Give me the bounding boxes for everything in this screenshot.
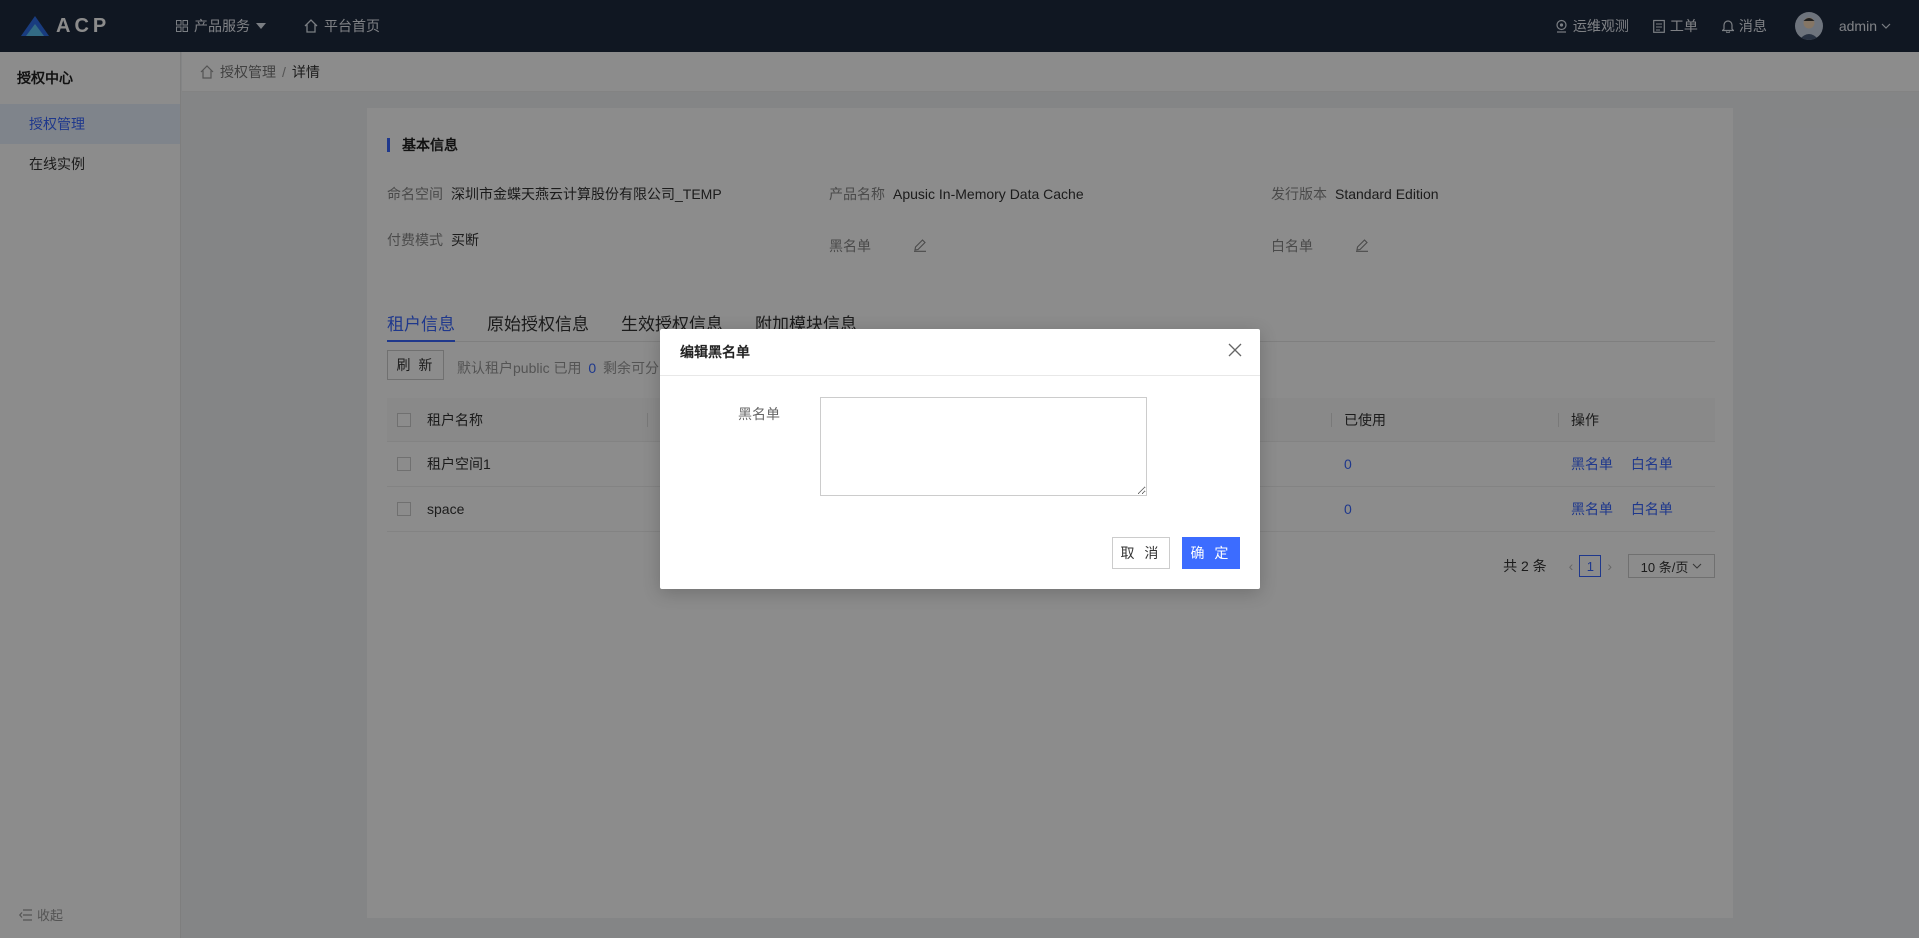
blacklist-field-label: 黑名单 <box>738 406 780 422</box>
close-icon[interactable] <box>1228 343 1242 360</box>
blacklist-textarea[interactable] <box>820 397 1147 496</box>
cancel-button[interactable]: 取 消 <box>1112 537 1170 569</box>
dialog-title: 编辑黑名单 <box>660 329 1260 376</box>
confirm-button[interactable]: 确 定 <box>1182 537 1240 569</box>
edit-blacklist-dialog: 编辑黑名单 黑名单 取 消 确 定 <box>660 329 1260 589</box>
